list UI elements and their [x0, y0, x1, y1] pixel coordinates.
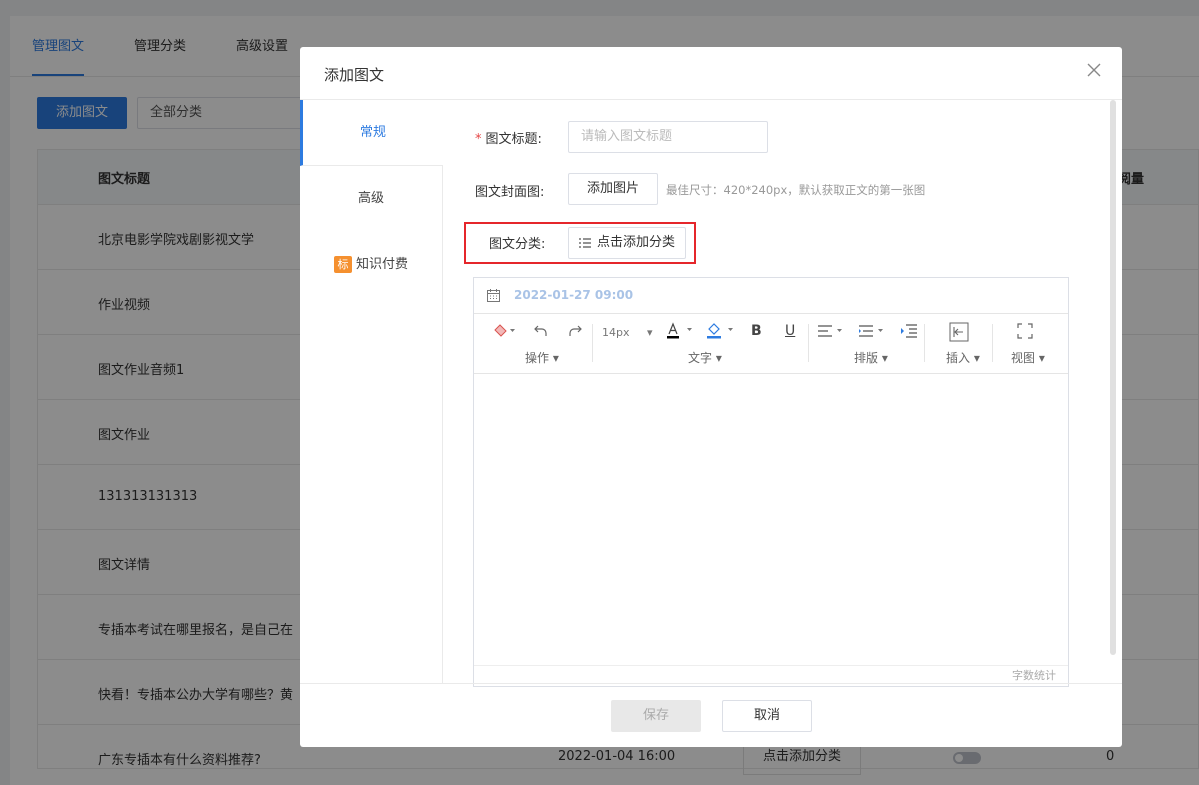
list-icon — [578, 237, 591, 248]
font-size-value: 14px — [602, 326, 630, 339]
close-icon[interactable] — [1086, 63, 1102, 79]
general-form: * 图文标题: 请输入图文标题 图文封面图: 添加图片 最佳尺寸：420*240p… — [443, 100, 1110, 687]
sidebar-item-advanced[interactable]: 高级 — [300, 166, 442, 232]
editor-content-area[interactable] — [474, 374, 1068, 664]
toolbar-group-view[interactable]: 视图 ▾ — [1011, 349, 1045, 366]
toolbar-group-layout[interactable]: 排版 ▾ — [854, 349, 888, 366]
sidebar-item-general[interactable]: 常规 — [300, 100, 443, 166]
eraser-icon[interactable] — [492, 324, 516, 341]
cover-label: 图文封面图: — [475, 185, 545, 200]
toolbar-group-operate[interactable]: 操作 ▾ — [525, 349, 559, 366]
required-asterisk: * — [475, 132, 482, 147]
insert-icon[interactable] — [949, 322, 969, 345]
underline-icon[interactable]: U — [785, 323, 795, 339]
dialog-sidebar: 常规 高级 标知识付费 — [300, 100, 443, 683]
add-image-button[interactable]: 添加图片 — [568, 173, 658, 205]
fullscreen-icon[interactable] — [1017, 323, 1033, 342]
dialog-footer: 保存 取消 — [300, 683, 1122, 747]
sidebar-item-label: 知识付费 — [355, 257, 408, 272]
bold-icon[interactable]: B — [751, 323, 762, 339]
redo-icon[interactable] — [568, 324, 582, 341]
cover-hint: 最佳尺寸：420*240px，默认获取正文的第一张图 — [666, 183, 926, 197]
font-color-icon[interactable] — [666, 322, 694, 343]
add-category-button[interactable]: 点击添加分类 — [568, 227, 686, 259]
dialog-title: 添加图文 — [324, 66, 385, 84]
title-input[interactable]: 请输入图文标题 — [568, 121, 768, 153]
indent-icon[interactable] — [901, 324, 917, 341]
form-scrollbar[interactable] — [1110, 100, 1116, 655]
add-article-dialog: 添加图文 常规 高级 标知识付费 * 图文标题: 请输入图文标题 图文封面图: 添… — [300, 47, 1122, 747]
tag-badge: 标 — [333, 256, 352, 273]
title-label: * 图文标题: — [475, 128, 542, 147]
toolbar-group-insert[interactable]: 插入 ▾ — [946, 349, 980, 366]
toolbar-separator — [808, 324, 809, 362]
dialog-header: 添加图文 — [300, 47, 1122, 100]
align-icon[interactable] — [818, 324, 846, 341]
toolbar-separator — [924, 324, 925, 362]
title-label-text: 图文标题: — [485, 132, 542, 147]
highlight-color-icon[interactable] — [706, 322, 736, 343]
toolbar-separator — [592, 324, 593, 362]
toolbar-separator — [992, 324, 993, 362]
editor-toolbar: 操作 ▾ 14px ▾ B U 文字 ▾ 排版 ▾ 插入 ▾ 视图 ▾ — [474, 314, 1068, 374]
calendar-icon — [487, 289, 500, 302]
rich-text-editor: 2022-01-27 09:00 操作 ▾ 14px ▾ B U 文字 ▾ 排版… — [473, 277, 1069, 687]
sidebar-item-knowledge-pay[interactable]: 标知识付费 — [300, 232, 442, 298]
toolbar-group-text[interactable]: 文字 ▾ — [688, 349, 722, 366]
font-size-select[interactable]: 14px ▾ — [602, 326, 653, 339]
category-label: 图文分类: — [489, 237, 546, 252]
publish-date: 2022-01-27 09:00 — [514, 288, 634, 302]
line-height-icon[interactable] — [859, 324, 887, 341]
undo-icon[interactable] — [534, 324, 548, 341]
save-button[interactable]: 保存 — [611, 700, 701, 732]
add-category-label: 点击添加分类 — [596, 235, 675, 250]
dialog-body: 常规 高级 标知识付费 * 图文标题: 请输入图文标题 图文封面图: 添加图片 最… — [300, 100, 1122, 687]
cancel-button[interactable]: 取消 — [722, 700, 812, 732]
publish-date-field[interactable]: 2022-01-27 09:00 — [474, 278, 1068, 314]
